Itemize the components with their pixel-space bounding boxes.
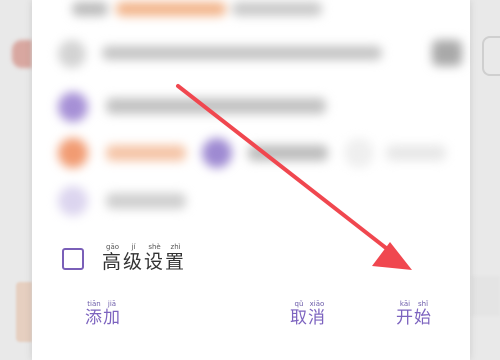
pinyin-char: 添tiān xyxy=(85,300,103,328)
pinyin-char: 开kāi xyxy=(396,300,414,328)
blurred-button xyxy=(432,40,462,66)
pinyin-char: 级jí xyxy=(123,243,145,273)
pinyin-char: 始shǐ xyxy=(414,300,432,328)
blurred-option-icon xyxy=(202,138,232,168)
background-tile xyxy=(16,282,32,342)
blurred-text xyxy=(232,2,322,16)
blurred-option-icon xyxy=(58,138,88,168)
blurred-text xyxy=(106,145,186,161)
pinyin-char: 置zhì xyxy=(165,243,187,273)
advanced-settings-row[interactable]: 高gāo级jí设shè置zhì xyxy=(62,234,186,274)
blurred-text xyxy=(386,145,446,161)
blurred-text xyxy=(102,46,382,60)
background-avatar xyxy=(12,40,32,68)
blurred-option-icon xyxy=(344,138,374,168)
blurred-option-icon xyxy=(58,92,88,122)
pinyin-char: 消xiāo xyxy=(308,300,326,328)
advanced-settings-checkbox[interactable] xyxy=(62,248,84,270)
blurred-text xyxy=(106,98,326,114)
blurred-label xyxy=(72,2,108,16)
blurred-highlight-text xyxy=(116,2,226,16)
background-control xyxy=(482,36,500,76)
advanced-settings-label: 高gāo级jí设shè置zhì xyxy=(102,243,186,274)
blurred-text xyxy=(248,145,328,161)
task-dialog: 高gāo级jí设shè置zhì 添tiān加jiā 取qǔ消xiāo 开kāi始… xyxy=(32,0,470,360)
background-tile-right xyxy=(470,276,500,316)
cancel-button[interactable]: 取qǔ消xiāo xyxy=(290,300,326,328)
start-button[interactable]: 开kāi始shǐ xyxy=(396,300,432,328)
blurred-content xyxy=(32,0,470,228)
pinyin-char: 加jiā xyxy=(103,300,121,328)
pinyin-char: 取qǔ xyxy=(290,300,308,328)
add-button[interactable]: 添tiān加jiā xyxy=(85,300,121,328)
blurred-radio xyxy=(58,40,86,68)
blurred-text xyxy=(106,193,186,209)
pinyin-char: 设shè xyxy=(144,243,166,273)
pinyin-char: 高gāo xyxy=(102,243,124,273)
blurred-option-icon xyxy=(58,186,88,216)
